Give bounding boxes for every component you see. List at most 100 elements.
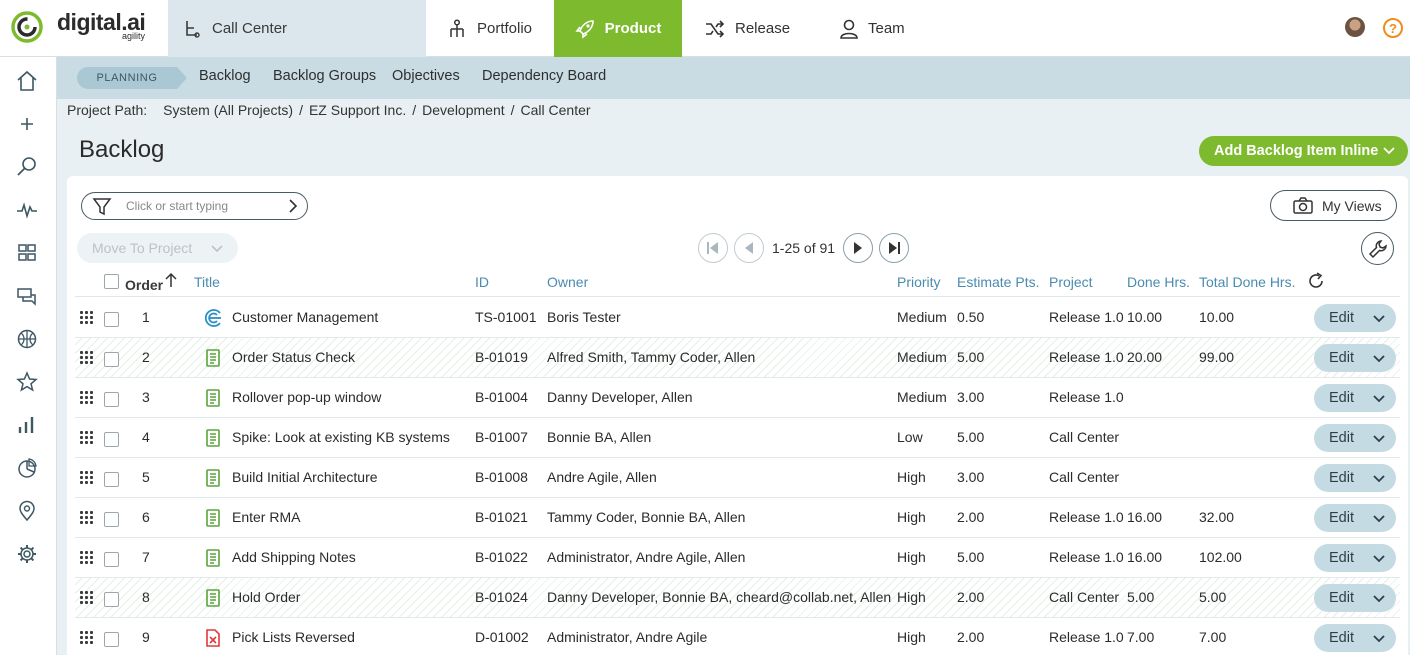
- refresh-icon[interactable]: [1307, 272, 1325, 290]
- chevron-down-icon[interactable]: [1372, 511, 1386, 525]
- home-icon[interactable]: [16, 70, 38, 92]
- edit-button[interactable]: Edit: [1314, 624, 1396, 652]
- table-row[interactable]: 6 Enter RMA B-01021 Tammy Coder, Bonnie BA,…: [75, 498, 1400, 538]
- nav-team[interactable]: Team: [840, 0, 905, 57]
- last-page-button[interactable]: [879, 233, 910, 263]
- edit-button[interactable]: Edit: [1314, 544, 1396, 572]
- next-page-button[interactable]: [843, 233, 874, 263]
- drag-handle-icon[interactable]: [80, 591, 94, 605]
- column-title[interactable]: Title: [194, 274, 220, 290]
- chevron-down-icon[interactable]: [1372, 591, 1386, 605]
- table-row[interactable]: 8 Hold Order B-01024 Danny Developer, Bonni…: [75, 578, 1400, 618]
- chevron-down-icon[interactable]: [1372, 391, 1386, 405]
- column-priority[interactable]: Priority: [897, 274, 941, 290]
- pie-chart-icon[interactable]: [16, 457, 38, 479]
- project-selector[interactable]: Call Center: [168, 0, 426, 57]
- drag-handle-icon[interactable]: [80, 391, 94, 405]
- column-id[interactable]: ID: [475, 274, 489, 290]
- id-cell[interactable]: B-01007: [475, 429, 528, 445]
- nav-portfolio[interactable]: Portfolio: [447, 0, 532, 57]
- plus-icon[interactable]: [16, 113, 38, 135]
- chevron-down-icon[interactable]: [1372, 351, 1386, 365]
- drag-handle-icon[interactable]: [80, 511, 94, 525]
- drag-handle-icon[interactable]: [80, 431, 94, 445]
- sort-ascending-icon[interactable]: [165, 272, 177, 288]
- star-icon[interactable]: [16, 371, 38, 393]
- add-backlog-item-button[interactable]: Add Backlog Item Inline: [1199, 136, 1408, 166]
- row-checkbox[interactable]: [104, 552, 119, 567]
- title-cell[interactable]: Enter RMA: [232, 509, 300, 525]
- id-cell[interactable]: TS-01001: [475, 309, 536, 325]
- row-checkbox[interactable]: [104, 352, 119, 367]
- row-checkbox[interactable]: [104, 512, 119, 527]
- edit-button[interactable]: Edit: [1314, 504, 1396, 532]
- column-order[interactable]: Order: [125, 277, 163, 293]
- move-to-project-button[interactable]: Move To Project: [77, 233, 238, 263]
- drag-handle-icon[interactable]: [80, 631, 94, 645]
- nav-product[interactable]: Product: [554, 0, 682, 57]
- id-cell[interactable]: B-01004: [475, 389, 528, 405]
- activity-icon[interactable]: [16, 199, 38, 221]
- my-views-button[interactable]: My Views: [1270, 190, 1397, 221]
- chevron-right-icon[interactable]: [287, 199, 299, 213]
- brand-logo[interactable]: digital.ai agility: [0, 0, 168, 57]
- grid-icon[interactable]: [16, 242, 38, 264]
- title-cell[interactable]: Order Status Check: [232, 349, 355, 365]
- id-cell[interactable]: B-01019: [475, 349, 528, 365]
- chevron-down-icon[interactable]: [1372, 431, 1386, 445]
- table-row[interactable]: 4 Spike: Look at existing KB systems B-010…: [75, 418, 1400, 458]
- id-cell[interactable]: B-01008: [475, 469, 528, 485]
- column-done-hours[interactable]: Done Hrs.: [1127, 274, 1190, 290]
- filter-input[interactable]: Click or start typing: [81, 192, 308, 220]
- first-page-button[interactable]: [698, 233, 728, 263]
- row-checkbox[interactable]: [104, 592, 119, 607]
- subnav-objectives[interactable]: Objectives: [392, 68, 460, 84]
- edit-button[interactable]: Edit: [1314, 464, 1396, 492]
- drag-handle-icon[interactable]: [80, 471, 94, 485]
- column-project[interactable]: Project: [1049, 274, 1093, 290]
- title-cell[interactable]: Rollover pop-up window: [232, 389, 381, 405]
- help-icon[interactable]: ?: [1383, 18, 1403, 38]
- row-checkbox[interactable]: [104, 392, 119, 407]
- row-checkbox[interactable]: [104, 432, 119, 447]
- id-cell[interactable]: D-01002: [475, 629, 529, 645]
- breadcrumb-item[interactable]: EZ Support Inc.: [309, 102, 406, 118]
- chevron-down-icon[interactable]: [1382, 143, 1396, 157]
- bar-chart-icon[interactable]: [16, 414, 38, 436]
- title-cell[interactable]: Customer Management: [232, 309, 378, 325]
- select-all-checkbox[interactable]: [104, 274, 119, 289]
- edit-button[interactable]: Edit: [1314, 344, 1396, 372]
- edit-button[interactable]: Edit: [1314, 584, 1396, 612]
- id-cell[interactable]: B-01024: [475, 589, 528, 605]
- table-row[interactable]: 9 Pick Lists Reversed D-01002 Administrator…: [75, 618, 1400, 655]
- chevron-down-icon[interactable]: [1372, 631, 1386, 645]
- row-checkbox[interactable]: [104, 632, 119, 647]
- gear-icon[interactable]: [16, 543, 38, 565]
- row-checkbox[interactable]: [104, 472, 119, 487]
- basketball-icon[interactable]: [16, 328, 38, 350]
- chevron-down-icon[interactable]: [1372, 311, 1386, 325]
- chevron-down-icon[interactable]: [1372, 551, 1386, 565]
- drag-handle-icon[interactable]: [80, 311, 94, 325]
- chevron-down-icon[interactable]: [1372, 471, 1386, 485]
- title-cell[interactable]: Build Initial Architecture: [232, 469, 378, 485]
- title-cell[interactable]: Hold Order: [232, 589, 300, 605]
- column-total-done-hours[interactable]: Total Done Hrs.: [1199, 274, 1295, 290]
- table-row[interactable]: 2 Order Status Check B-01019 Alfred Smith, …: [75, 338, 1400, 378]
- column-owner[interactable]: Owner: [547, 274, 588, 290]
- table-row[interactable]: 7 Add Shipping Notes B-01022 Administrator,…: [75, 538, 1400, 578]
- chat-icon[interactable]: [16, 285, 38, 307]
- search-icon[interactable]: [16, 156, 38, 178]
- previous-page-button[interactable]: [734, 233, 764, 263]
- breadcrumb-item[interactable]: Development: [422, 102, 505, 118]
- subnav-backlog-groups[interactable]: Backlog Groups: [273, 68, 376, 84]
- id-cell[interactable]: B-01022: [475, 549, 528, 565]
- location-icon[interactable]: [16, 500, 38, 522]
- subnav-backlog[interactable]: Backlog: [199, 68, 251, 84]
- breadcrumb-item[interactable]: System (All Projects): [163, 102, 293, 118]
- grid-settings-button[interactable]: [1361, 232, 1394, 265]
- drag-handle-icon[interactable]: [80, 551, 94, 565]
- title-cell[interactable]: Spike: Look at existing KB systems: [232, 429, 450, 445]
- subnav-dependency-board[interactable]: Dependency Board: [482, 68, 606, 84]
- title-cell[interactable]: Add Shipping Notes: [232, 549, 356, 565]
